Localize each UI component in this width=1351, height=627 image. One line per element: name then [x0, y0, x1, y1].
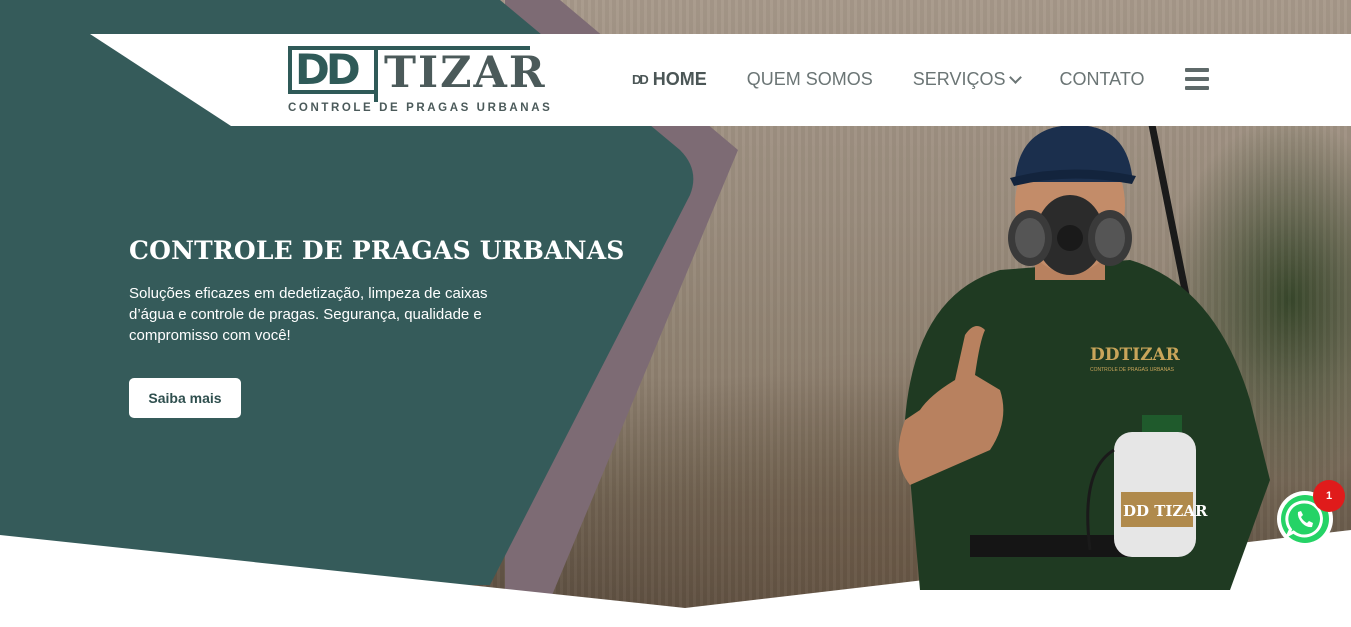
pest-control-worker-image: DDTIZAR CONTROLE DE PRAGAS URBANAS DD TI…	[898, 124, 1270, 590]
logo-divider	[374, 46, 378, 102]
nav-item-home[interactable]: DD HOME	[632, 69, 707, 90]
shirt-logo-text: DDTIZAR	[1090, 345, 1181, 365]
saiba-mais-button[interactable]: Saiba mais	[129, 378, 241, 418]
nav-item-contato[interactable]: CONTATO	[1060, 69, 1145, 90]
logo-name: TIZAR	[384, 48, 547, 98]
hero-description: Soluções eficazes em dedetização, limpez…	[129, 285, 488, 344]
site-logo[interactable]: DD TIZAR CONTROLE DE PRAGAS URBANAS	[288, 44, 553, 116]
home-logo-icon: DD	[632, 71, 649, 87]
chevron-down-icon	[1008, 70, 1022, 84]
nav-item-quem-somos-label: QUEM SOMOS	[746, 68, 873, 89]
shirt-logo-subtext: CONTROLE DE PRAGAS URBANAS	[1090, 367, 1175, 373]
nav-item-home-label: HOME	[652, 68, 707, 89]
logo-tagline: CONTROLE DE PRAGAS URBANAS	[288, 102, 553, 114]
logo-mark: DD	[288, 46, 374, 94]
nav-item-contato-label: CONTATO	[1059, 68, 1145, 89]
nav-item-servicos[interactable]: SERVIÇOS	[912, 68, 1022, 90]
nav-item-servicos-label: SERVIÇOS	[912, 68, 1006, 89]
hero-title: CONTROLE DE PRAGAS URBANAS	[129, 236, 625, 265]
whatsapp-notification-badge: 1	[1313, 480, 1345, 512]
nav-item-quem-somos[interactable]: QUEM SOMOS	[747, 69, 873, 90]
main-nav: DD HOME QUEM SOMOS SERVIÇOS CONTATO	[632, 68, 1209, 90]
hamburger-menu-icon[interactable]	[1184, 68, 1209, 90]
sprayer-label: DD TIZAR	[1123, 502, 1208, 520]
